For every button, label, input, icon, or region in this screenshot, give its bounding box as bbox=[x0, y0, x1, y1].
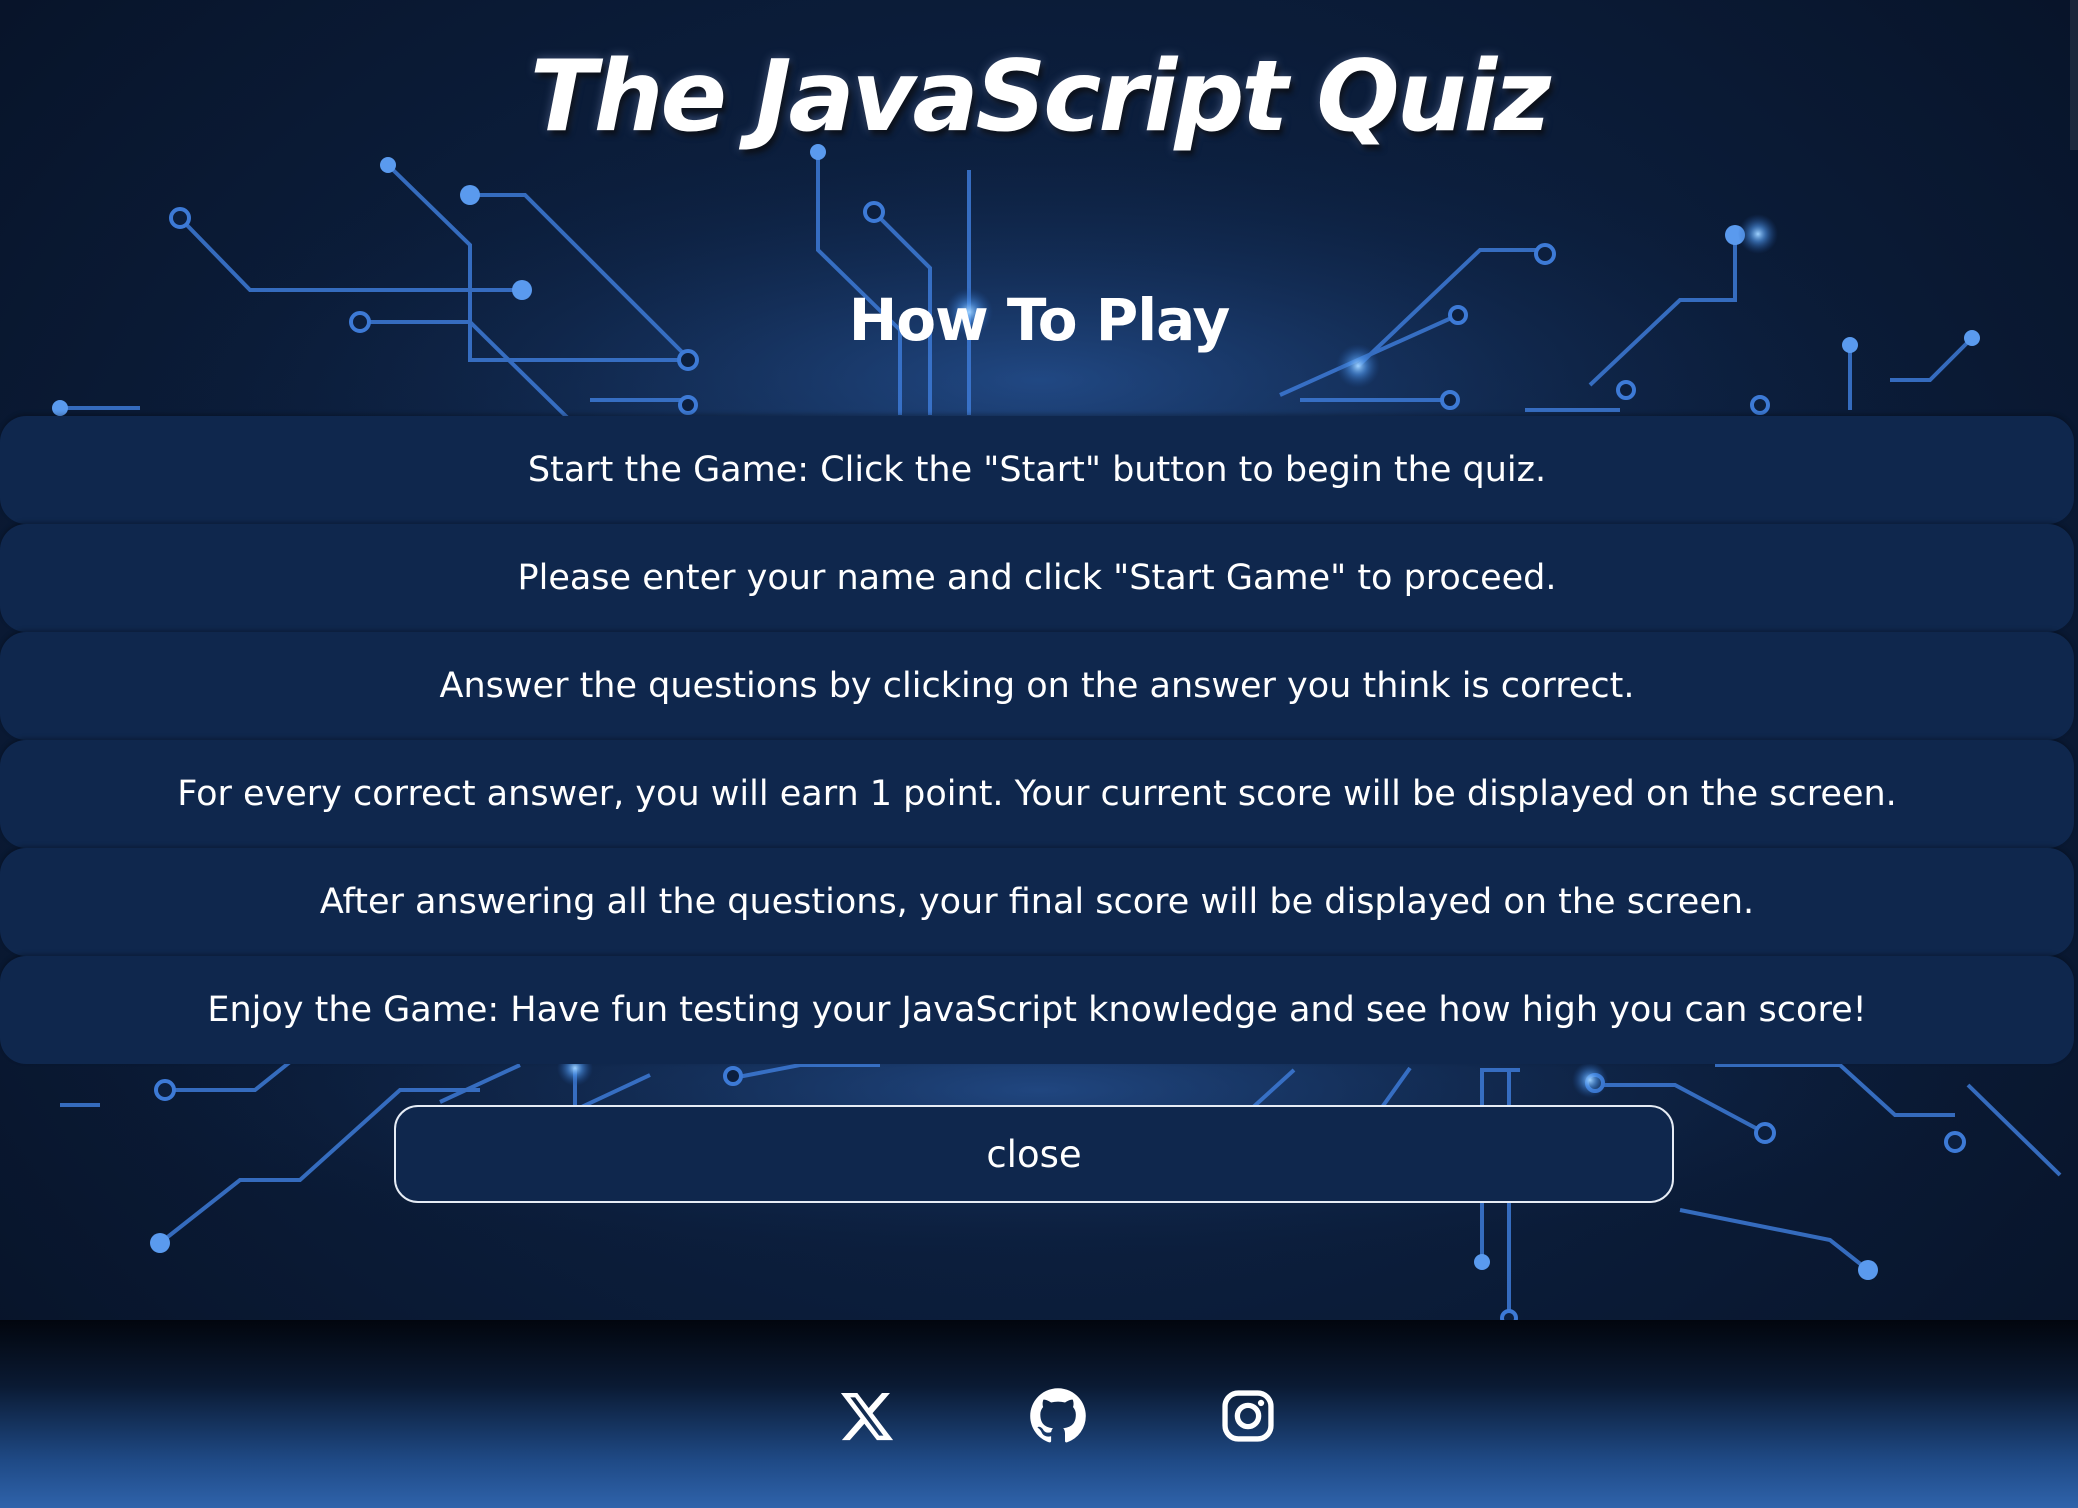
scrollbar[interactable] bbox=[2070, 0, 2078, 150]
rule-item: Enjoy the Game: Have fun testing your Ja… bbox=[0, 956, 2074, 1064]
rule-item: Please enter your name and click "Start … bbox=[0, 524, 2074, 632]
instagram-icon[interactable] bbox=[1216, 1384, 1280, 1448]
rules-list: Start the Game: Click the "Start" button… bbox=[0, 416, 2074, 1064]
close-button[interactable]: close bbox=[394, 1105, 1674, 1203]
rule-item: Start the Game: Click the "Start" button… bbox=[0, 416, 2074, 524]
rule-item: For every correct answer, you will earn … bbox=[0, 740, 2074, 848]
x-icon[interactable] bbox=[835, 1384, 899, 1448]
how-to-play-heading: How To Play bbox=[848, 286, 1231, 354]
rule-item: Answer the questions by clicking on the … bbox=[0, 632, 2074, 740]
page-title: The JavaScript Quiz bbox=[529, 40, 1551, 154]
main-content: The JavaScript Quiz How To Play Start th… bbox=[0, 0, 2078, 1320]
footer bbox=[0, 1320, 2078, 1508]
github-icon[interactable] bbox=[1026, 1384, 1090, 1448]
rule-item: After answering all the questions, your … bbox=[0, 848, 2074, 956]
